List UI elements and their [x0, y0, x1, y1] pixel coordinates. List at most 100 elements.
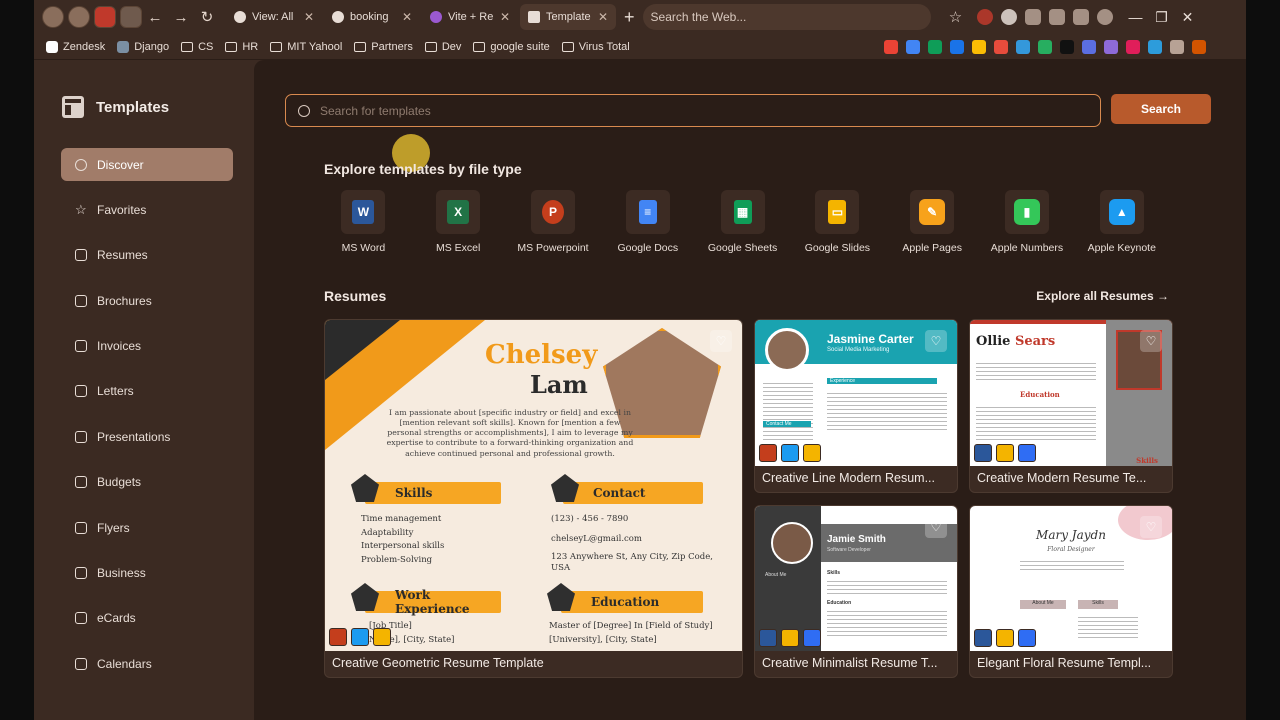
close-window-icon[interactable]: ✕ [1175, 9, 1201, 26]
browser-tab[interactable]: Vite + Re ✕ [422, 4, 518, 30]
sidebar-item-presentations[interactable]: Presentations [61, 420, 233, 453]
tab-groups-icon[interactable] [120, 6, 142, 28]
close-tab-icon[interactable]: ✕ [304, 10, 314, 24]
file-type-google-docs[interactable]: ≡ Google Docs [600, 190, 695, 254]
google-docs-icon: ≡ [638, 200, 657, 224]
favorite-heart-icon[interactable]: ♡ [1140, 330, 1162, 352]
app-icon[interactable] [1104, 39, 1118, 54]
reload-icon[interactable]: ↻ [194, 8, 220, 26]
favorite-heart-icon[interactable]: ♡ [925, 516, 947, 538]
bookmark-folder[interactable]: CS [181, 41, 213, 53]
app-icon[interactable] [1082, 39, 1096, 54]
favorite-heart-icon[interactable]: ♡ [1140, 516, 1162, 538]
sidebar-item-favorites[interactable]: ☆ Favorites [61, 193, 233, 226]
template-card-title: Creative Geometric Resume Template [332, 656, 544, 670]
sidebar-item-resumes[interactable]: Resumes [61, 239, 233, 272]
template-card[interactable]: Ollie Sears Education Skills ♡ Creative … [969, 319, 1173, 493]
bookmark-item[interactable]: Django [117, 40, 169, 53]
app-icon[interactable] [1016, 39, 1030, 54]
calendar-icon[interactable] [950, 39, 964, 54]
sidebar-item-label: Business [97, 566, 146, 581]
favorite-heart-icon[interactable]: ♡ [710, 330, 732, 352]
browser-tab-active[interactable]: Template ✕ [520, 4, 616, 30]
extension-icon[interactable] [1024, 9, 1041, 25]
bookmark-label: Zendesk [63, 40, 106, 53]
file-type-apple-keynote[interactable]: ▲ Apple Keynote [1074, 190, 1169, 254]
bookmark-folder[interactable]: google suite [473, 41, 550, 53]
decor-triangle-dark [325, 320, 400, 380]
drive-icon[interactable] [972, 39, 986, 54]
minimize-icon[interactable]: — [1123, 9, 1149, 25]
extension-icon[interactable] [1048, 9, 1065, 25]
apple-numbers-icon: ▮ [1013, 199, 1040, 225]
sheets-icon[interactable] [928, 39, 942, 54]
sidebar-item-brochures[interactable]: Brochures [61, 284, 233, 317]
file-type-label: MS Word [341, 242, 386, 254]
bookmark-folder[interactable]: Dev [424, 41, 461, 53]
new-tab-icon[interactable]: + [624, 7, 635, 28]
file-type-google-sheets[interactable]: ▦ Google Sheets [695, 190, 790, 254]
tab-label: View: All [252, 11, 294, 23]
business-icon [75, 567, 87, 580]
bookmark-folder[interactable]: HR [225, 41, 258, 53]
file-type-apple-numbers[interactable]: ▮ Apple Numbers [980, 190, 1075, 254]
sidebar-item-flyers[interactable]: Flyers [61, 511, 233, 544]
search-input[interactable] [320, 103, 1080, 118]
explore-all-resumes-link[interactable]: Explore all Resumes → [1036, 289, 1169, 303]
template-card[interactable]: Jamie Smith Software Developer Skills Ed… [754, 505, 958, 678]
browser-tab[interactable]: booking ✕ [324, 4, 420, 30]
template-card[interactable]: Jasmine Carter Social Media Marketing Ex… [754, 319, 958, 493]
bookmark-folder[interactable]: MIT Yahool [270, 41, 342, 53]
bookmark-folder[interactable]: Virus Total [561, 41, 630, 53]
app-icon[interactable] [1148, 39, 1162, 54]
file-type-ms-excel[interactable]: X MS Excel [411, 190, 506, 254]
bookmark-item[interactable]: Zendesk [46, 40, 106, 53]
extension-icon[interactable] [1072, 9, 1089, 25]
google-sheets-icon: ▦ [733, 200, 752, 224]
file-type-apple-pages[interactable]: ✎ Apple Pages [885, 190, 980, 254]
profile-avatar-secondary[interactable] [68, 6, 90, 28]
browser-tab[interactable]: View: All ✕ [226, 4, 322, 30]
app-brand[interactable]: Templates [62, 96, 169, 118]
gmail-icon[interactable] [884, 39, 898, 54]
profile-avatar[interactable] [42, 6, 64, 28]
sidebar-item-letters[interactable]: Letters [61, 375, 233, 408]
close-tab-icon[interactable]: ✕ [402, 10, 412, 24]
forward-icon[interactable]: → [168, 9, 194, 26]
file-type-ms-word[interactable]: W MS Word [316, 190, 411, 254]
back-icon[interactable]: ← [142, 9, 168, 26]
sidebar-item-ecards[interactable]: eCards [61, 602, 233, 635]
sidebar-item-invoices[interactable]: Invoices [61, 330, 233, 363]
sidebar-item-budgets[interactable]: Budgets [61, 466, 233, 499]
search-box[interactable] [285, 94, 1101, 127]
file-type-label: Apple Keynote [1087, 242, 1156, 254]
bookmark-folder[interactable]: Partners [354, 41, 413, 53]
file-type-ms-powerpoint[interactable]: P MS Powerpoint [506, 190, 601, 254]
settings-icon[interactable] [1096, 9, 1113, 25]
close-tab-icon[interactable]: ✕ [500, 10, 510, 24]
template-card[interactable]: Mary Jaydn Floral Designer About Me Skil… [969, 505, 1173, 678]
restore-icon[interactable]: ❐ [1149, 9, 1175, 26]
sidebar-item-calendars[interactable]: Calendars [61, 647, 233, 680]
resume-section: Skills [1136, 456, 1158, 465]
app-icon[interactable] [994, 39, 1008, 54]
app-icon[interactable] [1192, 39, 1206, 54]
extension-icon[interactable] [976, 9, 993, 25]
slack-icon[interactable] [1126, 39, 1140, 54]
x-icon[interactable] [1060, 39, 1074, 54]
search-button[interactable]: Search [1111, 94, 1211, 124]
resume-lines [1078, 614, 1138, 640]
sidebar-item-discover[interactable]: Discover [61, 148, 233, 181]
favorite-heart-icon[interactable]: ♡ [925, 330, 947, 352]
star-icon[interactable]: ☆ [943, 8, 969, 26]
docs-icon[interactable] [906, 39, 920, 54]
sidebar-toggle-icon[interactable] [1170, 39, 1184, 54]
sidebar-item-business[interactable]: Business [61, 557, 233, 590]
extension-icon[interactable] [1000, 9, 1017, 25]
file-type-google-slides[interactable]: ▭ Google Slides [790, 190, 885, 254]
workspace-icon[interactable] [94, 6, 116, 28]
close-tab-icon[interactable]: ✕ [598, 10, 608, 24]
omnibox[interactable]: Search the Web... [642, 4, 931, 30]
template-card-featured[interactable]: Chelsey Lam I am passionate about [speci… [324, 319, 743, 678]
app-icon[interactable] [1038, 39, 1052, 54]
